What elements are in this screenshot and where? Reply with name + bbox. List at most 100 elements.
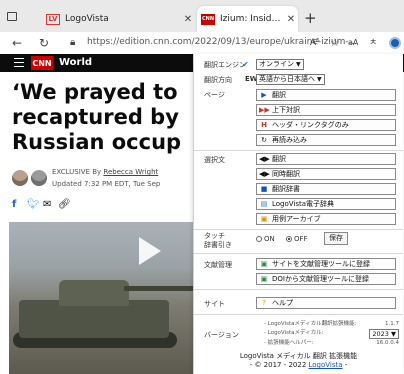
tab-cnn-article[interactable]: CNN Izium: Inside city recaptured by Ukr… <box>197 6 298 32</box>
engine-label: 翻訳エンジン <box>204 61 246 69</box>
play-video-icon[interactable] <box>139 237 161 265</box>
button-label: ヘルプ <box>272 299 293 307</box>
dictionary-icon: ■ <box>260 185 268 193</box>
register-site-button[interactable]: ▣ サイトを文献管理ツールに登録 <box>256 258 396 270</box>
cnn-favicon: CNN <box>201 13 215 25</box>
read-aloud-icon[interactable]: A⁵ <box>310 35 320 51</box>
double-arrow-icon: ▶▶ <box>259 106 270 114</box>
page-translate-button[interactable]: ▶ 翻訳 <box>256 89 396 101</box>
new-tab-icon[interactable]: + <box>304 9 317 27</box>
button-label: LogoVista電子辞典 <box>272 200 335 208</box>
headline-line: recaptured by <box>12 105 179 129</box>
button-label: サイトを文献管理ツールに登録 <box>272 260 370 268</box>
register-icon: ▣ <box>260 260 268 268</box>
direction-value: 英語から日本語へ <box>259 75 315 83</box>
divider <box>194 150 403 151</box>
button-label: 翻訳 <box>272 155 286 163</box>
radio-on[interactable] <box>256 236 262 242</box>
touch-on-option[interactable]: ON <box>256 235 275 243</box>
author-link[interactable]: Rebecca Wright <box>103 168 158 176</box>
year-select[interactable]: 2023 ▼ <box>369 329 399 339</box>
button-label: 再読み込み <box>272 136 307 144</box>
email-share-icon[interactable]: ✉ <box>43 199 51 210</box>
selection-translate-button[interactable]: ◀▶ 翻訳 <box>256 153 396 165</box>
help-icon: ? <box>262 299 266 307</box>
page-header-link-button[interactable]: H ヘッダ・リンクタグのみ <box>256 119 396 131</box>
copyright-text: - © 2017 - 2022 <box>249 361 309 369</box>
direction-label: 翻訳方向 <box>204 76 232 84</box>
version-list: - LogoVistaメディカル翻訳拡張機能: 1.1.7 - LogoVist… <box>264 320 399 348</box>
version-label: バージョン <box>204 331 239 339</box>
button-label: DOIから文献管理ツールに登録 <box>272 275 369 283</box>
reader-mode-icon[interactable]: ㅊ <box>369 35 377 51</box>
window-menu-icon[interactable] <box>7 12 17 21</box>
check-icon: ✔ <box>242 60 249 69</box>
selection-simultaneous-button[interactable]: ◀▶ 同時翻訳 <box>256 168 396 180</box>
tab-title: LogoVista <box>65 14 109 24</box>
tab-logovista[interactable]: LV LogoVista ✕ <box>28 6 195 32</box>
popup-footer: LogoVista メディカル 翻訳 拡張機能 - © 2017 - 2022 … <box>194 352 403 370</box>
year-value: 2023 <box>372 330 389 338</box>
article-video[interactable] <box>9 222 194 374</box>
favorite-star-icon[interactable]: ☆ <box>330 35 340 51</box>
touch-label-line: タッチ <box>204 232 225 240</box>
touch-label-line: 辞書引き <box>204 241 232 249</box>
speaker-translate-icon: ◀▶ <box>259 155 270 163</box>
play-translate-icon: ▶ <box>261 91 267 99</box>
divider <box>194 314 403 315</box>
tab-bar: LV LogoVista ✕ CNN Izium: Inside city re… <box>0 0 404 34</box>
register-doi-button[interactable]: ▣ DOIから文献管理ツールに登録 <box>256 273 396 285</box>
logovista-favicon: LV <box>46 13 60 25</box>
copyright-suffix: - <box>342 361 348 369</box>
version-value: 1.1.7 <box>385 321 399 327</box>
header-tag-icon: H <box>261 121 267 129</box>
help-button[interactable]: ? ヘルプ <box>256 297 396 309</box>
author-avatar <box>31 170 47 186</box>
twitter-share-icon[interactable]: 🐦︎ <box>27 199 40 210</box>
site-info-lock-icon[interactable]: 🔒︎ <box>70 35 75 51</box>
save-button[interactable]: 保存 <box>324 232 348 245</box>
byline-prefix: EXCLUSIVE By <box>52 168 104 176</box>
selection-archive-button[interactable]: ▣ 用例アーカイブ <box>256 213 396 225</box>
section-title[interactable]: World <box>59 57 92 68</box>
logovista-extension-icon[interactable] <box>389 37 401 49</box>
back-icon[interactable]: ← <box>12 35 22 51</box>
version-name: - 拡張機能ヘルパー: <box>264 340 314 346</box>
chevron-down-icon: ▼ <box>317 76 322 83</box>
version-name: - LogoVistaメディカル翻訳拡張機能: <box>264 321 357 327</box>
archive-icon: ▣ <box>260 215 268 223</box>
site-label: サイト <box>204 300 225 308</box>
radio-off-selected[interactable] <box>286 236 292 242</box>
version-value: 16.0.0.4 <box>376 340 399 346</box>
tab-title: Izium: Inside city recaptured by Ukraine <box>220 14 284 24</box>
translate-icon[interactable]: aA <box>348 35 358 51</box>
facebook-share-icon[interactable]: f <box>12 199 16 210</box>
close-tab-icon[interactable]: ✕ <box>284 14 298 25</box>
headline-line: Russian occup <box>12 130 182 154</box>
logovista-link[interactable]: LogoVista <box>309 361 343 369</box>
touch-off-option[interactable]: OFF <box>286 235 308 243</box>
logovista-popup: 翻訳エンジン ✔ オンライン ▼ 翻訳方向 EW 英語から日本語へ ▼ ページ ▶ 翻… <box>193 54 403 374</box>
radio-label: ON <box>264 235 275 243</box>
close-tab-icon[interactable]: ✕ <box>181 14 195 25</box>
page-parallel-button[interactable]: ▶▶ 上下対訳 <box>256 104 396 116</box>
divider <box>194 253 403 254</box>
button-label: 上下対訳 <box>272 106 300 114</box>
engine-select[interactable]: オンライン ▼ <box>256 59 304 70</box>
copy-link-icon[interactable]: 🔗︎ <box>58 199 71 210</box>
selection-label: 選択文 <box>204 156 225 164</box>
divider <box>194 289 403 290</box>
author-avatar <box>12 170 28 186</box>
page-reload-button[interactable]: ↻ 再読み込み <box>256 134 396 146</box>
version-row: - LogoVistaメディカル: 2023 ▼ <box>264 329 399 339</box>
selection-ejiten-button[interactable]: ▤ LogoVista電子辞典 <box>256 198 396 210</box>
menu-icon[interactable] <box>14 58 24 67</box>
cnn-logo[interactable]: CNN <box>31 56 53 70</box>
tank-image <box>59 280 129 306</box>
navigation-bar: ← ↻ 🔒︎ https://edition.cnn.com/2022/09/1… <box>0 32 404 54</box>
refresh-icon[interactable]: ↻ <box>39 35 49 51</box>
selection-dictionary-button[interactable]: ■ 翻訳辞書 <box>256 183 396 195</box>
button-label: 翻訳辞書 <box>272 185 300 193</box>
direction-select[interactable]: 英語から日本語へ ▼ <box>256 74 325 85</box>
tank-image <box>124 286 194 291</box>
